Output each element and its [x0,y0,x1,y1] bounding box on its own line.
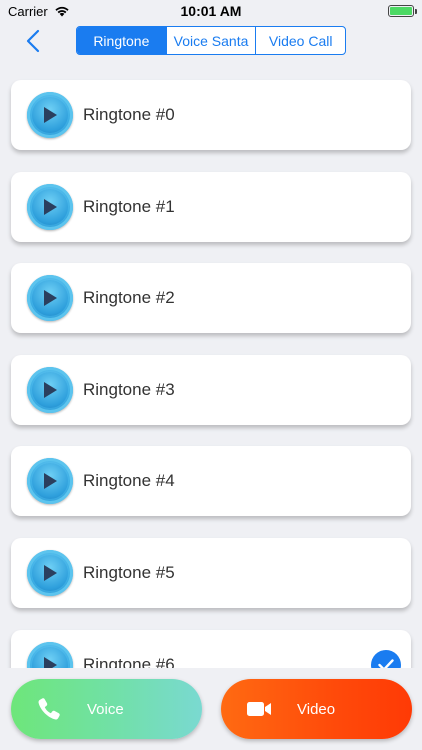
tab-voice-santa[interactable]: Voice Santa [167,27,257,54]
nav-bar: Ringtone Voice Santa Video Call [0,22,422,62]
play-icon[interactable] [27,184,73,230]
status-left: Carrier [8,4,70,19]
ringtone-label: Ringtone #3 [83,380,175,399]
status-bar: Carrier 10:01 AM [0,0,422,22]
ringtone-item[interactable]: Ringtone #2 [11,263,411,333]
ringtone-label: Ringtone #1 [83,197,175,216]
ringtone-list: Ringtone #0 Ringtone #1 Ringtone #2 Ring… [0,62,422,668]
phone-icon [38,698,60,720]
play-icon[interactable] [27,367,73,413]
tab-video-call[interactable]: Video Call [256,27,345,54]
back-button[interactable] [18,26,48,56]
bottom-action-bar: Voice Video [0,668,422,750]
ringtone-label: Ringtone #4 [83,471,175,490]
voice-button-label: Voice [87,700,124,718]
chevron-left-icon [26,29,40,53]
tab-ringtone[interactable]: Ringtone [77,27,167,54]
carrier-label: Carrier [8,3,48,19]
ringtone-item[interactable]: Ringtone #5 [11,538,411,608]
play-icon[interactable] [27,550,73,596]
ringtone-label: Ringtone #5 [83,563,175,582]
video-camera-icon [247,702,271,716]
ringtone-item[interactable]: Ringtone #1 [11,172,411,242]
voice-button[interactable]: Voice [11,679,202,739]
video-button-label: Video [297,700,336,718]
checkmark-icon [371,650,401,668]
play-icon[interactable] [27,92,73,138]
ringtone-screen: Carrier 10:01 AM Ringtone Voice Santa Vi… [0,0,422,750]
ringtone-item-selected[interactable]: Ringtone #6 [11,630,411,668]
ringtone-label: Ringtone #6 [83,655,175,668]
battery-fill [390,7,412,15]
category-segmented-control: Ringtone Voice Santa Video Call [76,26,346,55]
ringtone-label: Ringtone #0 [83,105,175,124]
play-icon[interactable] [27,642,73,668]
video-button[interactable]: Video [221,679,412,739]
ringtone-item[interactable]: Ringtone #3 [11,355,411,425]
wifi-icon [55,6,69,17]
play-icon[interactable] [27,275,73,321]
ringtone-label: Ringtone #2 [83,288,175,307]
battery-icon [388,5,417,17]
ringtone-item[interactable]: Ringtone #4 [11,446,411,516]
play-icon[interactable] [27,458,73,504]
ringtone-item[interactable]: Ringtone #0 [11,80,411,150]
